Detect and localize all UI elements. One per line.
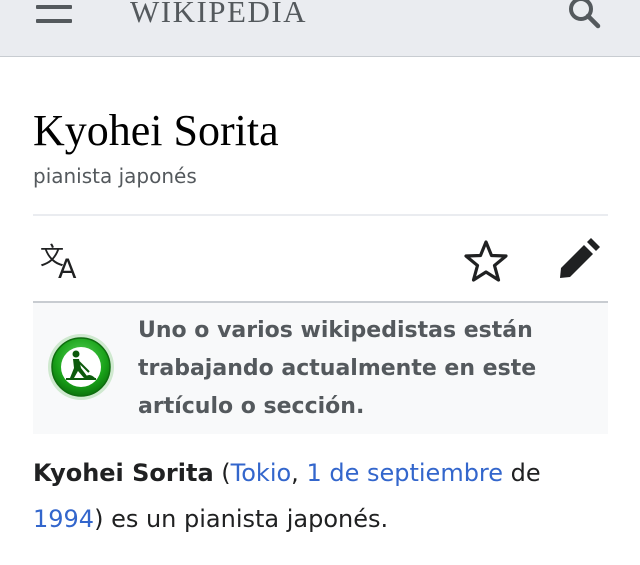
pencil-icon[interactable] bbox=[556, 238, 600, 282]
link-tokio[interactable]: Tokio bbox=[231, 459, 292, 487]
wikipedia-logo[interactable]: WIKIPEDIA bbox=[130, 0, 307, 32]
page-description: pianista japonés bbox=[33, 164, 197, 188]
notice-text: Uno o varios wikipedistas están trabajan… bbox=[138, 318, 537, 419]
work-in-progress-notice: Uno o varios wikipedistas están trabajan… bbox=[33, 303, 608, 434]
lead-text-de: de bbox=[503, 459, 541, 487]
top-header-bar: WIKIPEDIA bbox=[0, 0, 640, 57]
language-icon[interactable]: 文 A bbox=[38, 240, 86, 285]
link-birth-date[interactable]: 1 de septiembre bbox=[306, 459, 503, 487]
lead-text-comma: , bbox=[291, 459, 307, 487]
hamburger-menu-icon[interactable] bbox=[36, 3, 74, 27]
divider bbox=[33, 214, 608, 216]
lead-text-open: ( bbox=[213, 459, 231, 487]
lead-paragraph: Kyohei Sorita (Tokio, 1 de septiembre de… bbox=[33, 450, 613, 542]
star-icon[interactable] bbox=[463, 238, 509, 284]
page-title: Kyohei Sorita bbox=[33, 106, 279, 155]
under-construction-icon bbox=[46, 332, 116, 402]
svg-text:A: A bbox=[58, 254, 77, 282]
link-birth-year[interactable]: 1994 bbox=[33, 505, 94, 533]
lead-text-rest: ) es un pianista japonés. bbox=[94, 505, 389, 533]
search-icon[interactable] bbox=[565, 0, 605, 34]
lead-subject: Kyohei Sorita bbox=[33, 459, 214, 487]
